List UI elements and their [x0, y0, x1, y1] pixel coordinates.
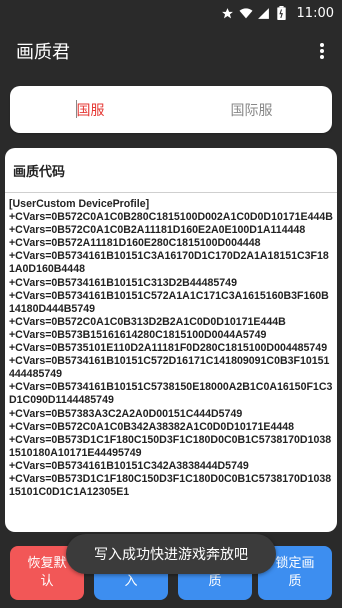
- toast-message: 写入成功快进游戏奔放吧: [66, 534, 276, 574]
- status-time: 11:00: [296, 5, 334, 21]
- more-vert-icon[interactable]: [312, 39, 332, 63]
- app-bar: 画质君: [0, 26, 342, 76]
- battery-icon: [275, 6, 289, 20]
- config-code-text[interactable]: [UserCustom DeviceProfile] +CVars=0B572C…: [9, 198, 333, 499]
- cellular-icon: [257, 6, 271, 20]
- tab-global-server[interactable]: 国际服: [171, 86, 332, 133]
- status-bar: 11:00: [0, 0, 342, 26]
- code-card: 画质代码 [UserCustom DeviceProfile] +CVars=0…: [5, 148, 337, 532]
- button-label: 锁定画质: [275, 556, 315, 589]
- tab-label: 国服: [76, 102, 105, 119]
- star-icon: [221, 6, 235, 20]
- tab-label: 国际服: [230, 102, 273, 119]
- code-scroll-area[interactable]: [UserCustom DeviceProfile] +CVars=0B572C…: [9, 198, 333, 528]
- wifi-icon: [239, 6, 253, 20]
- app-title: 画质君: [16, 42, 70, 63]
- button-label: 恢复默认: [27, 556, 67, 589]
- server-tabs: 国服 国际服: [10, 86, 332, 133]
- card-title: 画质代码: [5, 148, 337, 193]
- tab-cn-server[interactable]: 国服: [10, 86, 171, 133]
